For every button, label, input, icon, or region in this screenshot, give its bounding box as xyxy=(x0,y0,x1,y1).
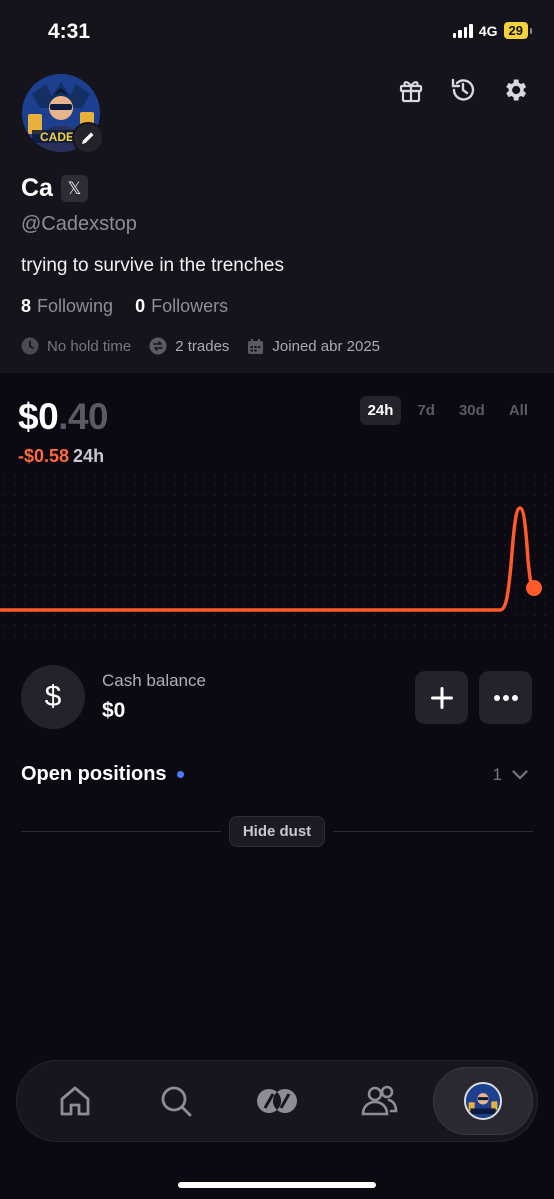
profile-name-row: Ca 𝕏 xyxy=(21,174,88,203)
markets-icon xyxy=(257,1089,297,1113)
cash-icon: $ xyxy=(21,665,85,729)
change-period: 24h xyxy=(73,446,105,466)
gift-icon[interactable] xyxy=(396,75,426,105)
timeframe-30d[interactable]: 30d xyxy=(451,396,493,425)
history-icon[interactable] xyxy=(448,75,478,105)
positions-toggle[interactable]: 1 xyxy=(493,765,528,785)
hold-time-meta: No hold time xyxy=(21,337,131,355)
follow-stats: 8 Following 0 Followers xyxy=(21,296,228,317)
x-link-icon[interactable]: 𝕏 xyxy=(60,175,88,202)
profile-avatar-icon xyxy=(464,1082,502,1120)
timeframe-7d[interactable]: 7d xyxy=(409,396,443,425)
nav-profile[interactable] xyxy=(433,1067,533,1135)
status-indicators: 4G 29 xyxy=(452,22,533,39)
hide-dust-button[interactable]: Hide dust xyxy=(229,816,325,847)
ellipsis-icon xyxy=(493,694,518,701)
portfolio-endpoint xyxy=(526,580,542,596)
nav-markets[interactable] xyxy=(255,1079,299,1123)
portfolio-value: $0.40 xyxy=(18,396,109,437)
followers-link[interactable]: 0 Followers xyxy=(135,296,228,317)
clock-icon xyxy=(21,337,39,355)
cash-label: Cash balance xyxy=(102,671,206,690)
following-link[interactable]: 8 Following xyxy=(21,296,113,317)
plus-icon xyxy=(430,686,453,709)
profile-name: Ca xyxy=(21,174,53,202)
nav-social[interactable] xyxy=(357,1079,401,1123)
edit-avatar-button[interactable] xyxy=(72,122,104,154)
nav-home[interactable] xyxy=(53,1079,97,1123)
portfolio-change: -$0.58 24h xyxy=(18,446,104,467)
nav-search[interactable] xyxy=(154,1079,198,1123)
chevron-down-icon xyxy=(512,770,528,780)
trades-meta: 2 trades xyxy=(149,337,229,355)
swap-icon xyxy=(149,337,167,355)
change-amount: -$0.58 xyxy=(18,446,70,466)
cash-value: $0 xyxy=(102,699,126,722)
positions-count: 1 xyxy=(492,765,502,784)
bottom-nav xyxy=(16,1060,538,1142)
pencil-icon xyxy=(82,132,94,144)
signal-icon xyxy=(452,23,473,38)
timeframe-selector: 24h 7d 30d All xyxy=(359,396,536,425)
open-positions-title: Open positions xyxy=(21,763,167,785)
home-indicator xyxy=(178,1182,376,1188)
timeframe-24h[interactable]: 24h xyxy=(359,396,402,425)
settings-icon[interactable] xyxy=(500,75,530,105)
profile-bio: trying to survive in the trenches xyxy=(21,255,284,276)
add-cash-button[interactable] xyxy=(415,671,468,724)
profile-meta: No hold time 2 trades Joined abr 2025 xyxy=(21,337,380,355)
divider-left xyxy=(21,831,221,832)
network-type: 4G xyxy=(478,22,498,39)
header-actions xyxy=(396,75,530,105)
portfolio-chart xyxy=(0,470,554,640)
timeframe-all[interactable]: All xyxy=(501,396,536,425)
battery-icon: 29 xyxy=(503,22,533,39)
indicator-dot xyxy=(176,771,184,778)
joined-meta: Joined abr 2025 xyxy=(247,338,380,355)
status-time: 4:31 xyxy=(48,20,91,43)
calendar-icon xyxy=(248,338,264,354)
profile-handle: @Cadexstop xyxy=(21,213,137,235)
more-options-button[interactable] xyxy=(479,671,532,724)
divider-right xyxy=(333,831,533,832)
search-icon xyxy=(161,1086,192,1117)
home-icon xyxy=(60,1086,90,1116)
users-icon xyxy=(361,1085,398,1116)
open-positions-header[interactable]: Open positions xyxy=(21,763,184,786)
